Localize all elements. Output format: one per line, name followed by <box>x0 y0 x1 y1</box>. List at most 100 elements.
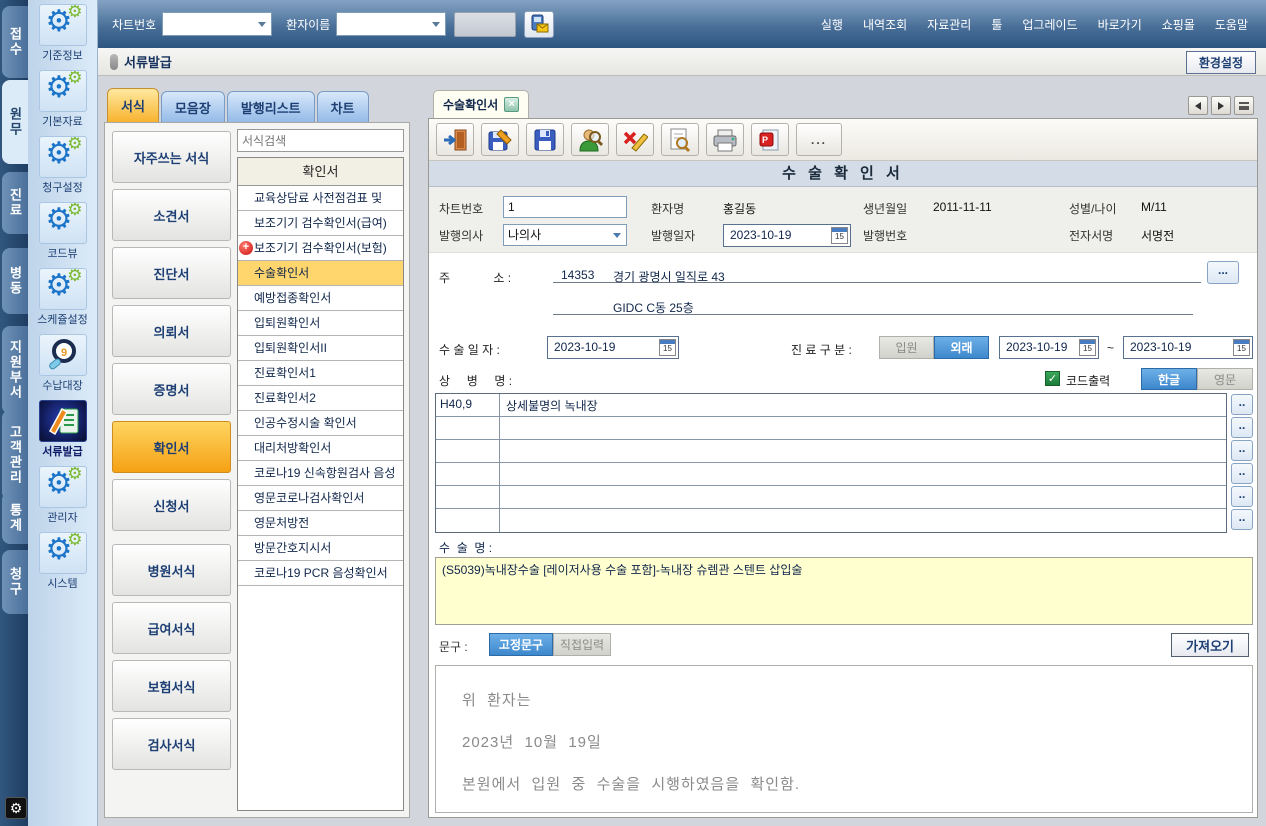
diagnosis-search-button[interactable]: .. <box>1231 417 1253 438</box>
address-line2[interactable]: GIDC C동 25층 <box>613 299 694 316</box>
category-referral[interactable]: 의뢰서 <box>112 305 231 357</box>
menu-item-schedule-settings[interactable]: ⚙⚙ 스케쥴설정 <box>30 268 96 334</box>
calendar-icon[interactable]: 15 <box>831 227 848 244</box>
tab-chart[interactable]: 차트 <box>317 91 369 122</box>
tab-scroll-right-button[interactable] <box>1211 96 1231 115</box>
surgery-name-textarea[interactable]: (S5039)녹내장수술 [레이저사용 수술 포함]-녹내장 슈렘관 스텐트 삽… <box>435 557 1253 625</box>
list-item[interactable]: 예방접종확인서 <box>238 286 403 311</box>
category-application[interactable]: 신청서 <box>112 479 231 531</box>
category-hospital-forms[interactable]: 병원서식 <box>112 544 231 596</box>
menu-shortcut[interactable]: 바로가기 <box>1098 16 1142 33</box>
tab-list-button[interactable] <box>1234 96 1254 115</box>
close-icon[interactable]: × <box>504 97 519 112</box>
zip-value[interactable]: 14353 <box>561 268 594 282</box>
certificate-body-text[interactable]: 위 환자는 2023년 10월 19일 본원에서 입원 중 수술을 시행하였음을… <box>435 665 1253 813</box>
list-item[interactable]: 보조기기 검수확인서(급여) <box>238 211 403 236</box>
menu-help[interactable]: 도움말 <box>1215 16 1248 33</box>
address-search-button[interactable]: ... <box>1207 261 1239 284</box>
pdf-export-button[interactable]: P <box>751 123 789 156</box>
menu-item-receipt-ledger[interactable]: 9 수납대장 <box>30 334 96 400</box>
delete-button[interactable] <box>616 123 654 156</box>
menu-item-basic-data[interactable]: ⚙⚙ 기본자료 <box>30 70 96 136</box>
lang-korean-button[interactable]: 한글 <box>1141 368 1197 390</box>
menu-item-manager[interactable]: ⚙⚙ 관리자 <box>30 466 96 532</box>
menu-history[interactable]: 내역조회 <box>863 16 907 33</box>
diagnosis-row[interactable] <box>436 440 1226 463</box>
code-print-checkbox[interactable]: ✓ <box>1045 371 1060 386</box>
print-button[interactable] <box>706 123 744 156</box>
phrase-manual-button[interactable]: 직접입력 <box>553 633 611 656</box>
category-certificate[interactable]: 증명서 <box>112 363 231 415</box>
menu-tools[interactable]: 툴 <box>991 16 1002 33</box>
care-type-inpatient-button[interactable]: 입원 <box>879 336 934 359</box>
save-edit-button[interactable] <box>481 123 519 156</box>
diagnosis-row[interactable] <box>436 486 1226 509</box>
diagnosis-search-button[interactable]: .. <box>1231 509 1253 530</box>
category-benefit-forms[interactable]: 급여서식 <box>112 602 231 654</box>
fetch-button[interactable]: 가져오기 <box>1171 633 1249 657</box>
list-item[interactable]: 방문간호지시서 <box>238 536 403 561</box>
list-item[interactable]: 영문처방전 <box>238 511 403 536</box>
list-item[interactable]: 진료확인서1 <box>238 361 403 386</box>
menu-item-code-view[interactable]: ⚙⚙ 코드뷰 <box>30 202 96 268</box>
list-item-selected[interactable]: 수술확인서 <box>238 261 403 286</box>
diagnosis-row[interactable] <box>436 463 1226 486</box>
preview-button[interactable] <box>661 123 699 156</box>
calendar-icon[interactable]: 15 <box>1079 339 1096 356</box>
blank-button[interactable] <box>454 12 516 37</box>
care-type-outpatient-button[interactable]: 외래 <box>934 336 989 359</box>
menu-data-management[interactable]: 자료관리 <box>927 16 971 33</box>
patient-name-combobox[interactable] <box>336 12 446 36</box>
menu-upgrade[interactable]: 업그레이드 <box>1022 16 1077 33</box>
diagnosis-row[interactable]: H40,9상세불명의 녹내장 <box>436 394 1226 417</box>
list-item[interactable]: 교육상담료 사전점검표 및 <box>238 186 403 211</box>
chart-no-combobox[interactable] <box>162 12 272 36</box>
menu-shopping[interactable]: 쇼핑몰 <box>1162 16 1195 33</box>
module-tab-crm[interactable]: 고객관리 <box>2 410 28 500</box>
module-tab-billing[interactable]: 청구 <box>2 550 28 614</box>
module-tab-admin[interactable]: 원무 <box>2 80 28 164</box>
address-line1[interactable]: 경기 광명시 일직로 43 <box>613 268 725 285</box>
module-tab-ward[interactable]: 병동 <box>2 248 28 314</box>
sms-send-button[interactable] <box>524 11 554 38</box>
menu-item-claim-settings[interactable]: ⚙⚙ 청구설정 <box>30 136 96 202</box>
doctor-select[interactable]: 나의사 <box>503 224 627 246</box>
tab-issue-list[interactable]: 발행리스트 <box>227 91 315 122</box>
list-item[interactable]: 입퇴원확인서II <box>238 336 403 361</box>
menu-item-base-info[interactable]: ⚙⚙ 기준정보 <box>30 4 96 70</box>
diagnosis-search-button[interactable]: .. <box>1231 440 1253 461</box>
list-item[interactable]: 코로나19 신속항원검사 음성 <box>238 461 403 486</box>
chart-no-input[interactable] <box>503 196 627 218</box>
module-tab-stats[interactable]: 통계 <box>2 492 28 544</box>
diagnosis-search-button[interactable]: .. <box>1231 394 1253 415</box>
surgery-date-input[interactable]: 2023-10-1915 <box>547 336 679 359</box>
tab-forms[interactable]: 서식 <box>107 88 159 122</box>
document-tab[interactable]: 수술확인서 × <box>433 90 529 118</box>
menu-run[interactable]: 실행 <box>821 16 843 33</box>
category-opinion[interactable]: 소견서 <box>112 189 231 241</box>
category-diagnosis[interactable]: 진단서 <box>112 247 231 299</box>
module-tab-treatment[interactable]: 진료 <box>2 172 28 234</box>
settings-gear-icon[interactable]: ⚙ <box>5 797 27 819</box>
diagnosis-search-button[interactable]: .. <box>1231 463 1253 484</box>
module-tab-support[interactable]: 지원부서 <box>2 326 28 414</box>
care-to-date-input[interactable]: 2023-10-1915 <box>1123 336 1253 359</box>
diagnosis-search-button[interactable]: .. <box>1231 486 1253 507</box>
patient-search-button[interactable] <box>571 123 609 156</box>
category-exam-forms[interactable]: 검사서식 <box>112 718 231 770</box>
lang-english-button[interactable]: 영문 <box>1197 368 1253 390</box>
phrase-fixed-button[interactable]: 고정문구 <box>489 633 553 656</box>
diagnosis-row[interactable] <box>436 509 1226 532</box>
tab-collection[interactable]: 모음장 <box>161 91 225 122</box>
menu-item-system[interactable]: ⚙⚙ 시스템 <box>30 532 96 598</box>
exit-button[interactable] <box>436 123 474 156</box>
list-item[interactable]: +보조기기 검수확인서(보험) <box>238 236 403 261</box>
module-tab-reception[interactable]: 접수 <box>2 6 28 78</box>
list-item[interactable]: 코로나19 PCR 음성확인서 <box>238 561 403 586</box>
list-item[interactable]: 진료확인서2 <box>238 386 403 411</box>
menu-item-document-issue[interactable]: 서류발급 <box>30 400 96 466</box>
category-frequent-forms[interactable]: 자주쓰는 서식 <box>112 131 231 183</box>
diagnosis-row[interactable] <box>436 417 1226 440</box>
calendar-icon[interactable]: 15 <box>659 339 676 356</box>
more-tools-button[interactable]: ... <box>796 123 842 156</box>
